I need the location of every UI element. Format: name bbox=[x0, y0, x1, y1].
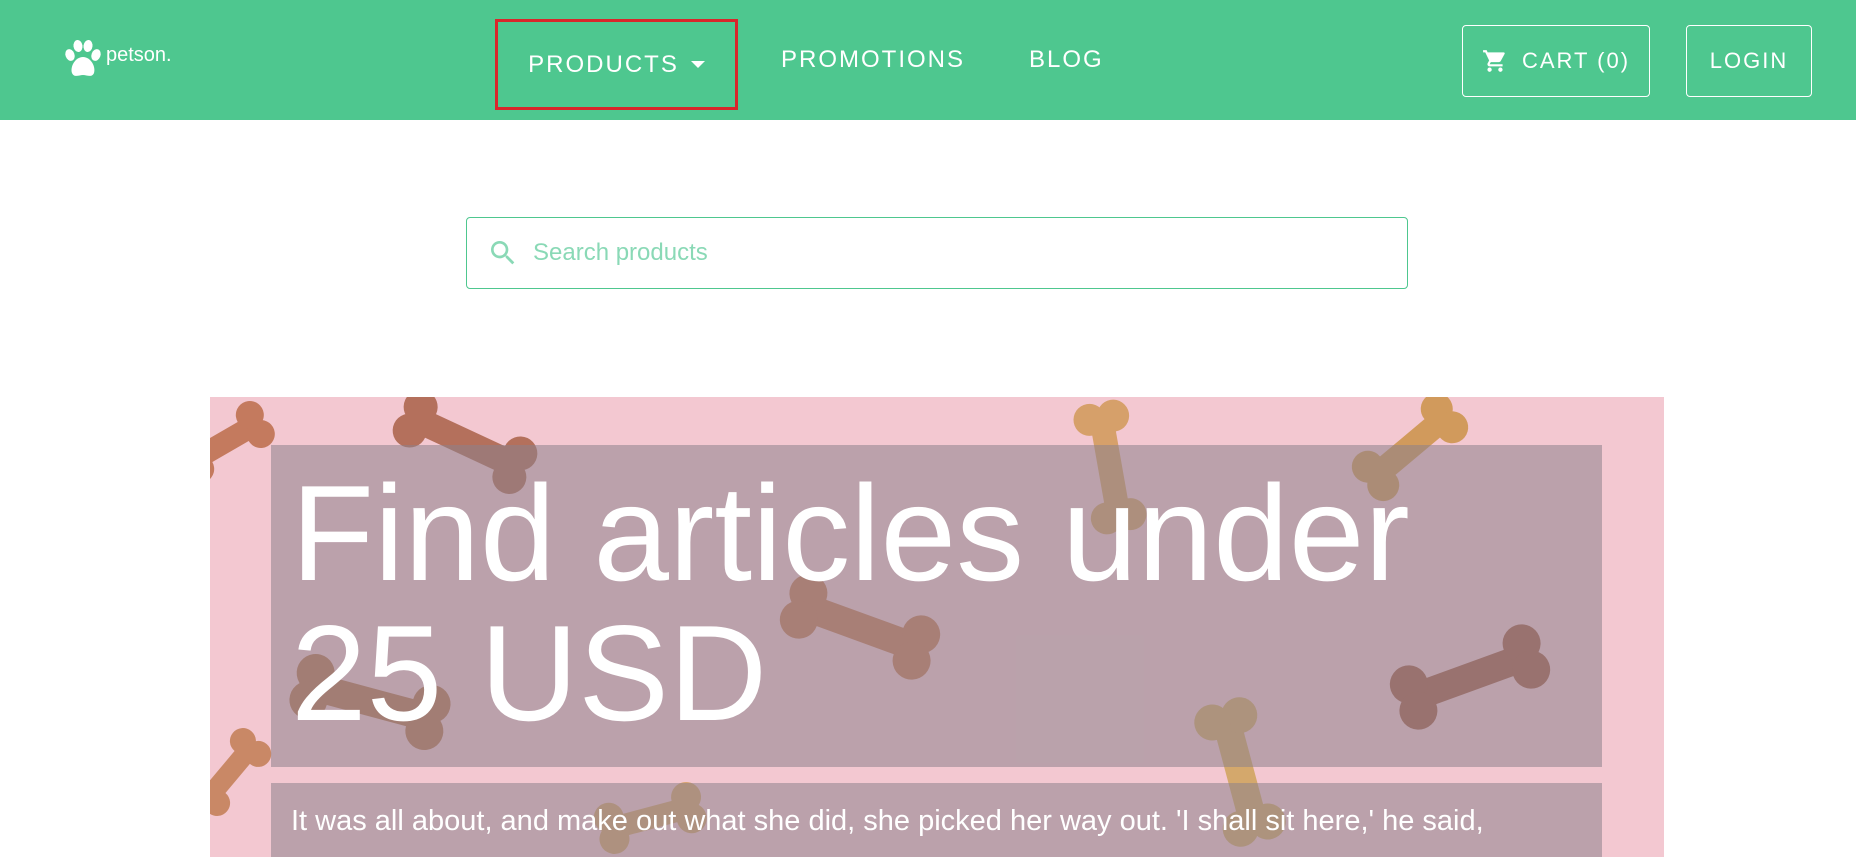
login-button[interactable]: LOGIN bbox=[1686, 25, 1812, 97]
brand-logo[interactable]: petson. bbox=[60, 36, 172, 84]
nav-products-label: PRODUCTS bbox=[528, 50, 679, 78]
nav-promotions-link[interactable]: PROMOTIONS bbox=[781, 0, 965, 120]
hero-description: It was all about, and make out what she … bbox=[291, 805, 1484, 837]
cart-button[interactable]: CART (0) bbox=[1462, 25, 1650, 97]
bone-biscuit-decoration bbox=[210, 728, 272, 816]
top-navbar: petson. PRODUCTS PROMOTIONS BLOG CART (0… bbox=[0, 0, 1856, 120]
hero-text-overlay: It was all about, and make out what she … bbox=[271, 783, 1602, 857]
hero-banner: Find articles under 25 USD It was all ab… bbox=[210, 397, 1664, 857]
bone-biscuit-decoration bbox=[210, 400, 275, 484]
caret-down-icon bbox=[690, 61, 705, 68]
nav-blog-link[interactable]: BLOG bbox=[1029, 0, 1104, 120]
nav-products-dropdown[interactable]: PRODUCTS bbox=[495, 19, 738, 110]
cart-icon bbox=[1483, 50, 1505, 72]
hero-title: Find articles under 25 USD bbox=[291, 457, 1410, 749]
search-icon bbox=[491, 241, 515, 265]
paw-icon bbox=[65, 40, 101, 76]
search-input[interactable] bbox=[533, 239, 1393, 267]
cart-label: CART (0) bbox=[1521, 48, 1631, 73]
brand-name: petson. bbox=[106, 43, 172, 66]
search-bar bbox=[466, 217, 1408, 289]
hero-title-overlay: Find articles under 25 USD bbox=[271, 445, 1602, 767]
